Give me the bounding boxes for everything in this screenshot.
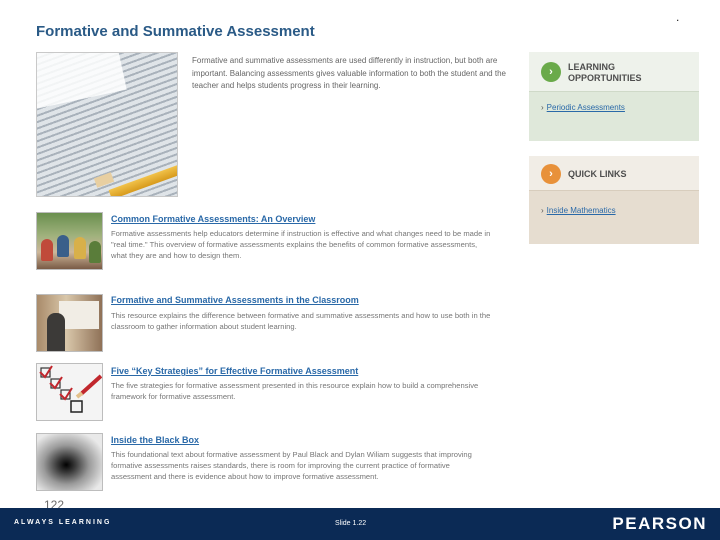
pearson-logo: PEARSON (612, 514, 707, 533)
article-link[interactable]: Formative and Summative Assessments in t… (111, 295, 359, 305)
article-thumbnail[interactable] (36, 294, 103, 352)
article-link[interactable]: Common Formative Assessments: An Overvie… (111, 214, 315, 224)
quick-links-box: › QUICK LINKS › Inside Mathematics (529, 156, 699, 244)
article-thumbnail[interactable] (36, 212, 103, 270)
link-label[interactable]: Periodic Assessments (547, 103, 625, 112)
play-circle-icon: › (541, 62, 561, 82)
answer-sheet-image (36, 52, 178, 197)
quick-links-label: QUICK LINKS (568, 169, 627, 179)
bullet-arrow-icon: › (541, 103, 544, 112)
learning-label-line2: OPPORTUNITIES (568, 73, 642, 83)
article-link[interactable]: Inside the Black Box (111, 435, 199, 445)
checklist-thumbnail[interactable] (36, 363, 103, 421)
article-item: Inside the Black Box This foundational t… (36, 433, 491, 493)
article-description: This foundational text about formative a… (111, 450, 472, 481)
learning-opportunities-box: › LEARNING OPPORTUNITIES › Periodic Asses… (529, 52, 699, 141)
article-description: This resource explains the difference be… (111, 311, 491, 331)
link-label[interactable]: Inside Mathematics (547, 206, 616, 215)
footer-bar: ALWAYS LEARNING Slide 1.22 PEARSON (0, 508, 720, 540)
page-title: Formative and Summative Assessment (36, 23, 315, 40)
quick-links-header: › QUICK LINKS (529, 156, 699, 191)
article-description: The five strategies for formative assess… (111, 381, 479, 401)
article-link[interactable]: Five “Key Strategies” for Effective Form… (111, 366, 358, 376)
periodic-assessments-link[interactable]: › Periodic Assessments (541, 103, 625, 112)
learning-opportunities-header: › LEARNING OPPORTUNITIES (529, 52, 699, 92)
slide-number: Slide 1.22 (335, 520, 367, 527)
intro-text: Formative and summative assessments are … (192, 56, 506, 90)
article-item: Common Formative Assessments: An Overvie… (36, 212, 491, 272)
black-box-thumbnail[interactable] (36, 433, 103, 491)
learning-label-line1: LEARNING (568, 62, 615, 72)
arrow-circle-icon: › (541, 164, 561, 184)
article-item: Five “Key Strategies” for Effective Form… (36, 363, 491, 423)
inside-mathematics-link[interactable]: › Inside Mathematics (541, 206, 616, 215)
footer-tagline: ALWAYS LEARNING (14, 519, 112, 526)
bullet-arrow-icon: › (541, 206, 544, 215)
corner-mark: . (676, 10, 680, 24)
article-description: Formative assessments help educators det… (111, 229, 491, 260)
article-item: Formative and Summative Assessments in t… (36, 294, 491, 354)
checkbox-check-icon (39, 365, 102, 413)
